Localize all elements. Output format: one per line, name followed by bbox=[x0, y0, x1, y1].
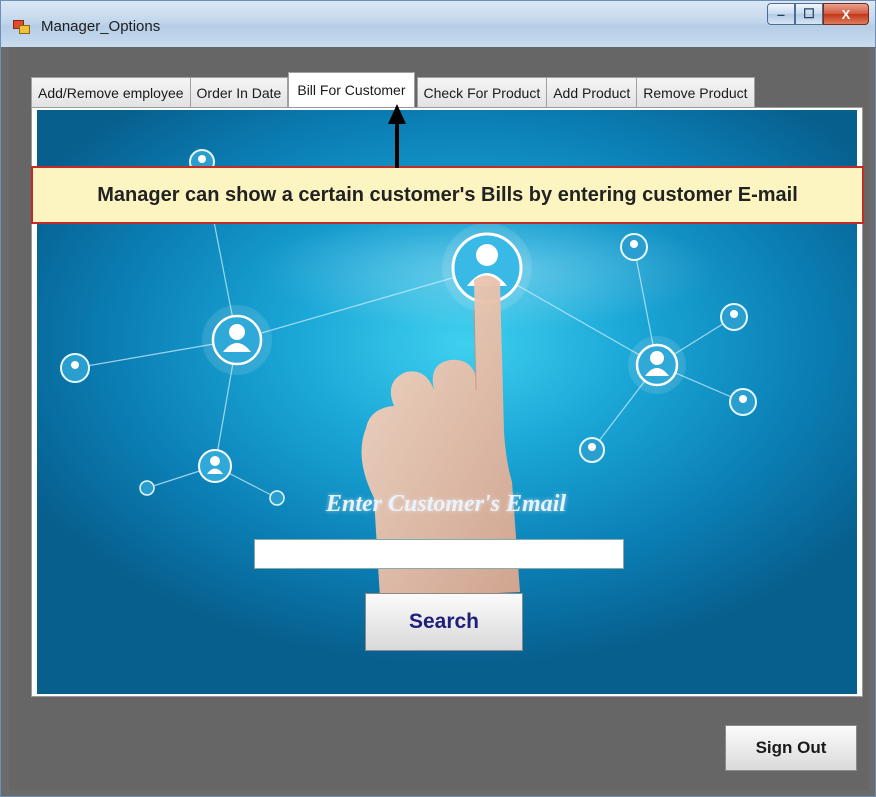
customer-email-input[interactable] bbox=[254, 539, 624, 569]
form-client-area: Add/Remove employee Order In Date Bill F… bbox=[9, 47, 869, 790]
sign-out-button[interactable]: Sign Out bbox=[725, 725, 857, 771]
tab-order-in-date[interactable]: Order In Date bbox=[189, 77, 289, 107]
tab-add-product[interactable]: Add Product bbox=[546, 77, 638, 107]
email-prompt-label: Enter Customer's Email bbox=[325, 491, 567, 517]
app-icon bbox=[13, 20, 30, 34]
tab-remove-product[interactable]: Remove Product bbox=[636, 77, 755, 107]
app-window: Manager_Options ‒ ☐ X Add/Remove employe… bbox=[0, 0, 876, 797]
minimize-button[interactable]: ‒ bbox=[767, 3, 795, 25]
tab-check-for-product[interactable]: Check For Product bbox=[416, 77, 548, 107]
search-button[interactable]: Search bbox=[365, 593, 523, 651]
title-bar[interactable]: Manager_Options ‒ ☐ X bbox=[1, 1, 875, 47]
tab-strip: Add/Remove employee Order In Date Bill F… bbox=[31, 72, 755, 107]
window-controls: ‒ ☐ X bbox=[767, 3, 869, 27]
tab-bill-for-customer[interactable]: Bill For Customer bbox=[288, 72, 415, 107]
maximize-button[interactable]: ☐ bbox=[795, 3, 823, 25]
close-button[interactable]: X bbox=[823, 3, 869, 25]
annotation-callout: Manager can show a certain customer's Bi… bbox=[31, 166, 864, 224]
tab-add-remove-employee[interactable]: Add/Remove employee bbox=[31, 77, 191, 107]
window-title: Manager_Options bbox=[41, 18, 161, 35]
